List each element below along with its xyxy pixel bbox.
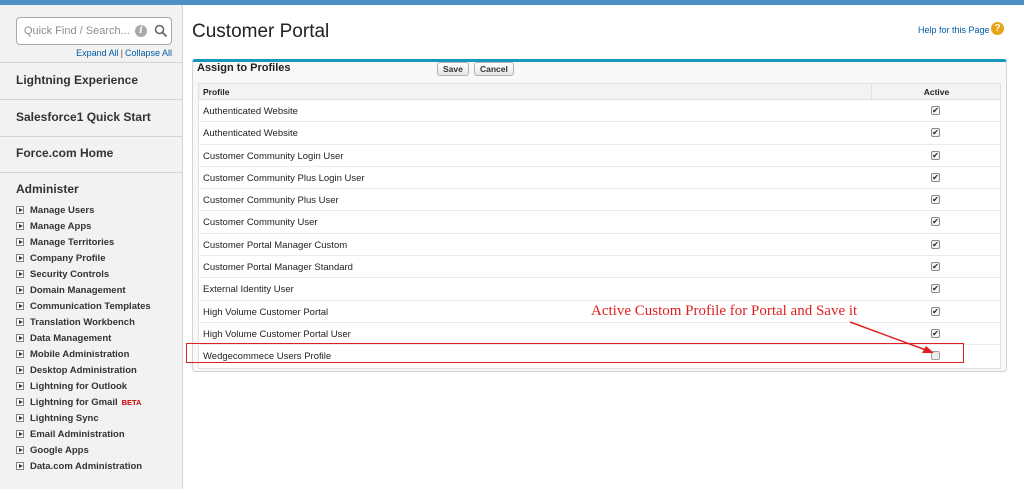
expand-arrow-icon[interactable]	[16, 318, 24, 326]
sidebar-item-domain-management[interactable]: Domain Management	[16, 282, 151, 298]
expand-arrow-icon[interactable]	[16, 446, 24, 454]
section-heading[interactable]: Administer	[16, 182, 79, 196]
profile-name: Customer Portal Manager Custom	[203, 239, 348, 251]
expand-all-link[interactable]: Expand All	[76, 48, 119, 58]
expand-arrow-icon[interactable]	[16, 462, 24, 470]
expand-arrow-icon[interactable]	[16, 270, 24, 278]
profile-name: Customer Portal Manager Standard	[203, 262, 353, 274]
search-icon[interactable]	[154, 24, 168, 38]
section-salesforce1-quick-start[interactable]: Salesforce1 Quick Start	[0, 99, 183, 136]
table-row: Customer Community Plus User ✔	[199, 189, 1000, 212]
expand-arrow-icon[interactable]	[16, 238, 24, 246]
section-force-home[interactable]: Force.com Home	[0, 136, 183, 172]
sidebar-item-data-management[interactable]: Data Management	[16, 330, 151, 346]
sidebar-item-lightning-for-outlook[interactable]: Lightning for Outlook	[16, 378, 151, 394]
profile-name: Authenticated Website	[203, 128, 298, 140]
table-row: Customer Portal Manager Standard ✔	[199, 256, 1000, 279]
profile-name: Customer Community Login User	[203, 150, 344, 162]
active-checkbox[interactable]: ✔	[931, 262, 940, 272]
expand-arrow-icon[interactable]	[16, 366, 24, 374]
info-icon[interactable]: i	[135, 25, 147, 37]
expand-arrow-icon[interactable]	[16, 430, 24, 438]
sidebar-item-email-administration[interactable]: Email Administration	[16, 426, 151, 442]
help-link[interactable]: Help for this Page	[918, 25, 990, 35]
section-heading[interactable]: Salesforce1 Quick Start	[16, 110, 151, 124]
expand-arrow-icon[interactable]	[16, 350, 24, 358]
active-checkbox[interactable]: ✔	[931, 328, 940, 338]
sidebar-item-translation-workbench[interactable]: Translation Workbench	[16, 314, 151, 330]
collapse-all-link[interactable]: Collapse All	[125, 48, 172, 58]
sidebar-item-manage-apps[interactable]: Manage Apps	[16, 218, 151, 234]
quick-find-input[interactable]	[17, 18, 129, 44]
table-row: Customer Community Plus Login User ✔	[199, 167, 1000, 190]
sidebar-item-desktop-administration[interactable]: Desktop Administration	[16, 362, 151, 378]
profile-name: Customer Community Plus User	[203, 195, 339, 207]
profile-name: Customer Community User	[203, 217, 318, 229]
active-checkbox[interactable]: ✔	[931, 284, 940, 294]
expand-arrow-icon[interactable]	[16, 334, 24, 342]
sidebar-item-manage-territories[interactable]: Manage Territories	[16, 234, 151, 250]
expand-arrow-icon[interactable]	[16, 414, 24, 422]
active-checkbox[interactable]: ✔	[931, 195, 940, 205]
profile-name: External Identity User	[203, 284, 294, 296]
table-header: Profile Active	[199, 84, 1000, 100]
expand-collapse-links: Expand All | Collapse All	[76, 48, 172, 58]
cancel-button[interactable]: Cancel	[474, 62, 514, 76]
active-checkbox[interactable]: ✔	[931, 172, 940, 182]
sidebar-item-manage-users[interactable]: Manage Users	[16, 202, 151, 218]
profile-name: High Volume Customer Portal User	[203, 328, 351, 340]
column-header-active: Active	[871, 84, 1001, 100]
profiles-table: Profile Active Authenticated Website ✔ Aut…	[198, 83, 1001, 369]
active-checkbox[interactable]: ✔	[931, 128, 940, 138]
expand-arrow-icon[interactable]	[16, 206, 24, 214]
expand-arrow-icon[interactable]	[16, 302, 24, 310]
table-row: Authenticated Website ✔	[199, 122, 1000, 145]
annotation-text: Active Custom Profile for Portal and Sav…	[591, 303, 858, 319]
active-checkbox[interactable]: ✔	[931, 239, 940, 249]
annotation-highlight-box	[186, 343, 964, 363]
expand-arrow-icon[interactable]	[16, 222, 24, 230]
active-checkbox[interactable]: ✔	[931, 217, 940, 227]
sidebar-item-google-apps[interactable]: Google Apps	[16, 442, 151, 458]
active-checkbox[interactable]: ✔	[931, 106, 940, 115]
active-checkbox[interactable]: ✔	[931, 306, 940, 316]
expand-arrow-icon[interactable]	[16, 254, 24, 262]
sidebar-item-company-profile[interactable]: Company Profile	[16, 250, 151, 266]
table-row: High Volume Customer Portal User ✔	[199, 323, 1000, 346]
quick-find-box: i	[16, 17, 172, 45]
profile-name: Authenticated Website	[203, 106, 298, 117]
administer-list: Manage Users Manage Apps Manage Territor…	[16, 202, 151, 474]
table-row: External Identity User ✔	[199, 278, 1000, 301]
sidebar-item-mobile-administration[interactable]: Mobile Administration	[16, 346, 151, 362]
save-button[interactable]: Save	[437, 62, 469, 76]
beta-badge: BETA	[121, 397, 142, 407]
expand-arrow-icon[interactable]	[16, 286, 24, 294]
table-row: Customer Community User ✔	[199, 211, 1000, 234]
sidebar-item-communication-templates[interactable]: Communication Templates	[16, 298, 151, 314]
table-row: Customer Portal Manager Custom ✔	[199, 234, 1000, 257]
column-header-profile: Profile	[203, 87, 230, 97]
section-heading[interactable]: Lightning Experience	[16, 73, 138, 87]
page-title: Customer Portal	[192, 21, 330, 42]
assign-profiles-panel: Assign to Profiles Save Cancel Profile A…	[192, 59, 1007, 372]
sidebar-item-datacom-administration[interactable]: Data.com Administration	[16, 458, 151, 474]
sidebar-item-lightning-sync[interactable]: Lightning Sync	[16, 410, 151, 426]
help-icon[interactable]: ?	[991, 22, 1004, 35]
sidebar: i Expand All|Collapse All Lightning Expe…	[0, 5, 183, 489]
section-lightning-experience[interactable]: Lightning Experience	[0, 62, 183, 99]
expand-arrow-icon[interactable]	[16, 382, 24, 390]
profile-name: Customer Community Plus Login User	[203, 172, 365, 184]
expand-arrow-icon[interactable]	[16, 398, 24, 406]
table-row: Customer Community Login User ✔	[199, 145, 1000, 167]
profile-name: High Volume Customer Portal	[203, 306, 329, 318]
sidebar-item-security-controls[interactable]: Security Controls	[16, 266, 151, 282]
panel-title: Assign to Profiles	[197, 62, 291, 74]
sidebar-item-lightning-for-gmail[interactable]: Lightning for Gmail BETA	[16, 394, 151, 410]
section-heading[interactable]: Force.com Home	[16, 146, 113, 160]
table-row: Authenticated Website ✔	[199, 100, 1000, 123]
active-checkbox[interactable]: ✔	[931, 150, 940, 160]
